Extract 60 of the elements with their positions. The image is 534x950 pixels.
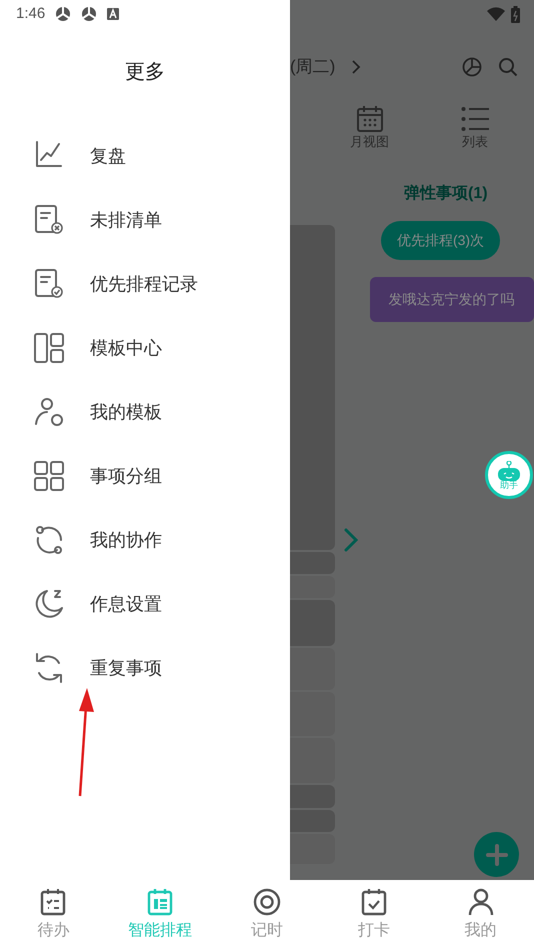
- event-card[interactable]: [290, 738, 335, 783]
- calendar-check-icon: [360, 888, 387, 916]
- menu-item[interactable]: 未排清单: [0, 188, 290, 252]
- pinwheel-icon: [55, 6, 72, 22]
- event-card[interactable]: [290, 648, 335, 690]
- event-card[interactable]: [290, 692, 335, 736]
- robot-icon: [496, 460, 522, 480]
- nav-tab[interactable]: 记时: [214, 880, 320, 950]
- pinwheel-icon: [81, 6, 98, 22]
- menu-item[interactable]: 作息设置: [0, 572, 290, 636]
- event-card[interactable]: [290, 552, 335, 574]
- list-icon: [461, 106, 489, 132]
- event-card[interactable]: [290, 225, 335, 550]
- month-view-tab[interactable]: 月视图: [350, 106, 389, 166]
- nav-tab[interactable]: 我的: [427, 880, 534, 950]
- pie-chart-icon[interactable]: [462, 57, 482, 77]
- user-badge-icon: [33, 396, 65, 428]
- orbit-icon: [33, 524, 65, 556]
- nav-tab[interactable]: 待办: [0, 880, 107, 950]
- search-icon[interactable]: [498, 57, 518, 77]
- user-icon: [468, 888, 494, 916]
- refresh-icon: [33, 652, 65, 684]
- nav-tab[interactable]: 智能排程: [106, 880, 214, 950]
- chevron-right-icon[interactable]: [344, 528, 358, 552]
- nav-tab[interactable]: 打卡: [320, 880, 428, 950]
- keyboard-icon: [107, 8, 120, 20]
- battery-icon: [511, 6, 520, 22]
- wifi-icon: [487, 7, 505, 21]
- assistant-button[interactable]: 助手: [485, 451, 533, 499]
- date-label: (周二): [290, 56, 336, 78]
- plus-icon: [486, 844, 508, 866]
- section-title: 弹性事项(1): [404, 183, 488, 204]
- menu-item[interactable]: 优先排程记录: [0, 252, 290, 316]
- add-button[interactable]: [474, 832, 519, 877]
- event-card[interactable]: [290, 785, 335, 808]
- event-card[interactable]: [290, 600, 335, 646]
- chevron-right-icon[interactable]: [351, 60, 362, 74]
- priority-button[interactable]: 优先排程(3)次: [380, 221, 500, 260]
- menu-item[interactable]: 复盘: [0, 124, 290, 188]
- calendar-icon: [147, 888, 174, 916]
- moon-icon: [33, 588, 65, 620]
- calendar-icon: [356, 106, 382, 132]
- clipboard-list-icon: [40, 888, 66, 916]
- target-icon: [252, 888, 281, 916]
- grid-icon: [33, 460, 65, 492]
- menu-item[interactable]: 我的模板: [0, 380, 290, 444]
- menu-item[interactable]: 重复事项: [0, 636, 290, 700]
- menu-item[interactable]: 模板中心: [0, 316, 290, 380]
- document-cross-icon: [33, 204, 65, 236]
- drawer-title: 更多: [125, 60, 165, 85]
- event-card[interactable]: [290, 834, 335, 864]
- task-card[interactable]: 发哦达克宁发的了吗: [370, 277, 534, 322]
- menu-item[interactable]: 我的协作: [0, 508, 290, 572]
- layout-icon: [33, 332, 65, 364]
- menu-item[interactable]: 事项分组: [0, 444, 290, 508]
- event-card[interactable]: [290, 576, 335, 598]
- list-view-tab[interactable]: 列表: [461, 106, 489, 166]
- document-check-icon: [33, 268, 65, 300]
- event-card[interactable]: [290, 810, 335, 832]
- status-time: 1:46: [16, 4, 46, 24]
